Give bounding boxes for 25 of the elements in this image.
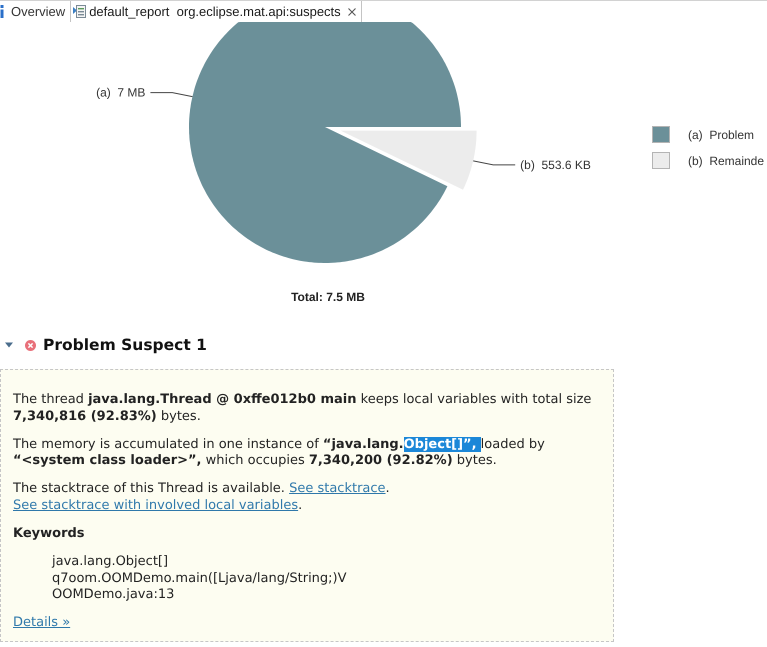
close-icon[interactable] xyxy=(348,8,356,16)
keywords-heading: Keywords xyxy=(13,526,86,542)
description-text: The stacktrace of this Thread is available. See stacktrace. See stacktrace with involved local variables. xyxy=(13,481,391,514)
error-icon xyxy=(25,340,36,350)
selected-text: Object[]”, xyxy=(404,436,481,452)
document-icon xyxy=(73,5,86,18)
keyword-text: java.lang.Object[] xyxy=(52,554,170,570)
chart-title: Total: 7.5 MB xyxy=(291,290,365,304)
inline-link[interactable]: See stacktrace with involved local variables xyxy=(13,498,298,512)
leader-line xyxy=(472,160,516,166)
info-icon xyxy=(0,5,4,18)
tab[interactable]: default_report org.eclipse.mat.api:suspects xyxy=(70,1,362,22)
keyword-text: q7oom.OOMDemo.main([Ljava/lang/String;)V xyxy=(52,570,348,587)
slice-label: (a) 7 MB xyxy=(96,86,146,100)
section-title: Problem Suspect 1 xyxy=(43,336,207,354)
slice-label: (b) 553.6 KB xyxy=(520,158,591,172)
keyword-text: OOMDemo.java:13 xyxy=(52,587,176,604)
legend-label: (b) Remainde xyxy=(688,154,764,168)
caret-icon[interactable] xyxy=(5,341,13,349)
description-text: The memory is accumulated in one instance of “java.lang.Object[]”, loaded by “<system class loader>”, which occupies 7,340,200 (92.82%) bytes. xyxy=(13,436,546,470)
details-link[interactable]: Details » xyxy=(13,615,70,632)
description-text: The thread java.lang.Thread @ 0xffe012b0 main keeps local variables with total size 7,340,816 (92.83%) bytes. xyxy=(13,392,592,425)
leader-line xyxy=(150,92,193,98)
inline-link[interactable]: See stacktrace xyxy=(289,481,386,496)
legend-label: (a) Problem xyxy=(688,128,754,142)
